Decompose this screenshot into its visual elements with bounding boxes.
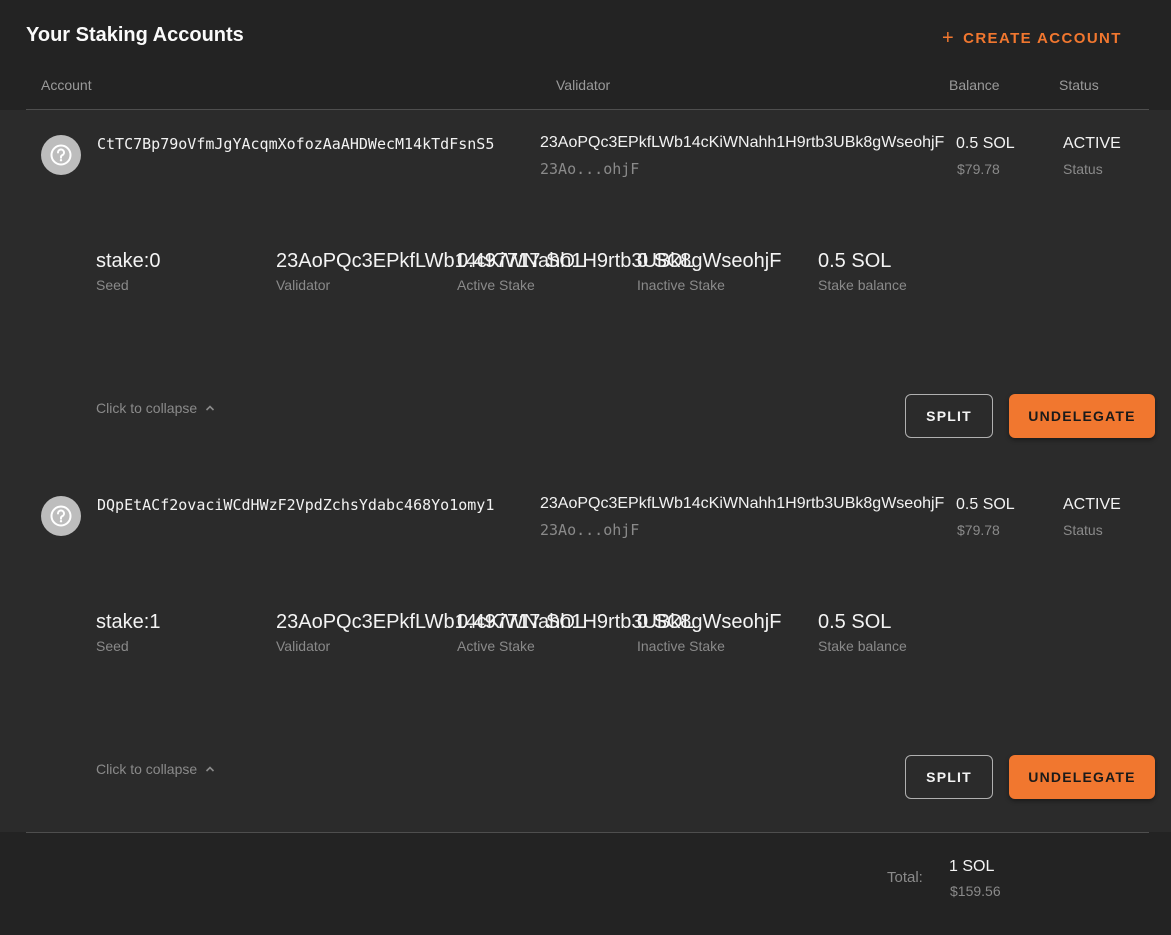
stake-account-row[interactable]: CtTC7Bp79oVfmJgYAcqmXofozAaAHDWecM14kTdF…: [0, 110, 1171, 471]
status-label: Status: [1063, 522, 1103, 538]
seed-value: stake:1: [96, 611, 161, 633]
create-account-button[interactable]: + CREATE ACCOUNT: [942, 28, 1122, 48]
collapse-toggle[interactable]: Click to collapse: [96, 400, 215, 416]
split-button[interactable]: SPLIT: [905, 755, 993, 799]
detail-active-stake: 0.497717 SOL Active Stake: [457, 250, 586, 293]
balance-usd: $79.78: [957, 161, 1000, 177]
column-header-validator: Validator: [556, 77, 611, 93]
total-sol: 1 SOL: [949, 858, 995, 875]
balance-sol: 0.5 SOL: [956, 135, 1015, 152]
status-value: ACTIVE: [1063, 496, 1121, 513]
seed-label: Seed: [96, 277, 129, 293]
column-header-balance: Balance: [949, 77, 1000, 93]
unknown-validator-icon: [41, 496, 81, 536]
seed-value: stake:0: [96, 250, 161, 272]
detail-stake-balance: 0.5 SOL Stake balance: [818, 250, 907, 293]
inactive-stake-value: 0 SOL: [637, 611, 694, 633]
status-value: ACTIVE: [1063, 135, 1121, 152]
table-header: Account Validator Balance Status: [26, 72, 1149, 110]
inactive-stake-value: 0 SOL: [637, 250, 694, 272]
account-address: CtTC7Bp79oVfmJgYAcqmXofozAaAHDWecM14kTdF…: [97, 135, 495, 153]
detail-inactive-stake: 0 SOL Inactive Stake: [637, 250, 725, 293]
undelegate-button[interactable]: UNDELEGATE: [1009, 394, 1155, 438]
stake-balance-value: 0.5 SOL: [818, 250, 892, 272]
balance-usd: $79.78: [957, 522, 1000, 538]
status-label: Status: [1063, 161, 1103, 177]
stake-balance-value: 0.5 SOL: [818, 611, 892, 633]
validator-address: 23AoPQc3EPkfLWb14cKiWNahh1H9rtb3UBk8gWse…: [540, 495, 945, 512]
balance-sol: 0.5 SOL: [956, 496, 1015, 513]
inactive-stake-label: Inactive Stake: [637, 277, 725, 293]
stake-balance-label: Stake balance: [818, 277, 907, 293]
active-stake-value: 0.497717 SOL: [457, 250, 586, 272]
unknown-validator-icon: [41, 135, 81, 175]
active-stake-label: Active Stake: [457, 638, 535, 654]
collapse-label: Click to collapse: [96, 761, 198, 777]
split-button[interactable]: SPLIT: [905, 394, 993, 438]
detail-active-stake: 0.497717 SOL Active Stake: [457, 611, 586, 654]
active-stake-value: 0.497717 SOL: [457, 611, 586, 633]
validator-address: 23AoPQc3EPkfLWb14cKiWNahh1H9rtb3UBk8gWse…: [540, 134, 945, 151]
active-stake-label: Active Stake: [457, 277, 535, 293]
collapse-label: Click to collapse: [96, 400, 198, 416]
plus-icon: +: [942, 27, 956, 49]
validator-short: 23Ao...ohjF: [540, 160, 640, 178]
chevron-up-icon: [206, 405, 215, 411]
inactive-stake-label: Inactive Stake: [637, 638, 725, 654]
validator-short: 23Ao...ohjF: [540, 521, 640, 539]
detail-stake-balance: 0.5 SOL Stake balance: [818, 611, 907, 654]
stake-account-row[interactable]: DQpEtACf2ovaciWCdHWzF2VpdZchsYdabc468Yo1…: [0, 471, 1171, 832]
account-address: DQpEtACf2ovaciWCdHWzF2VpdZchsYdabc468Yo1…: [97, 496, 495, 514]
page-title: Your Staking Accounts: [26, 24, 244, 46]
total-usd: $159.56: [950, 883, 1001, 899]
detail-inactive-stake: 0 SOL Inactive Stake: [637, 611, 725, 654]
divider: [26, 832, 1149, 833]
collapse-toggle[interactable]: Click to collapse: [96, 761, 215, 777]
detail-seed: stake:0 Seed: [96, 250, 160, 293]
seed-label: Seed: [96, 638, 129, 654]
column-header-status: Status: [1059, 77, 1099, 93]
chevron-up-icon: [206, 766, 215, 772]
total-label: Total:: [887, 869, 923, 886]
undelegate-button[interactable]: UNDELEGATE: [1009, 755, 1155, 799]
detail-seed: stake:1 Seed: [96, 611, 160, 654]
column-header-account: Account: [41, 77, 92, 93]
create-account-label: CREATE ACCOUNT: [963, 29, 1122, 47]
stake-balance-label: Stake balance: [818, 638, 907, 654]
